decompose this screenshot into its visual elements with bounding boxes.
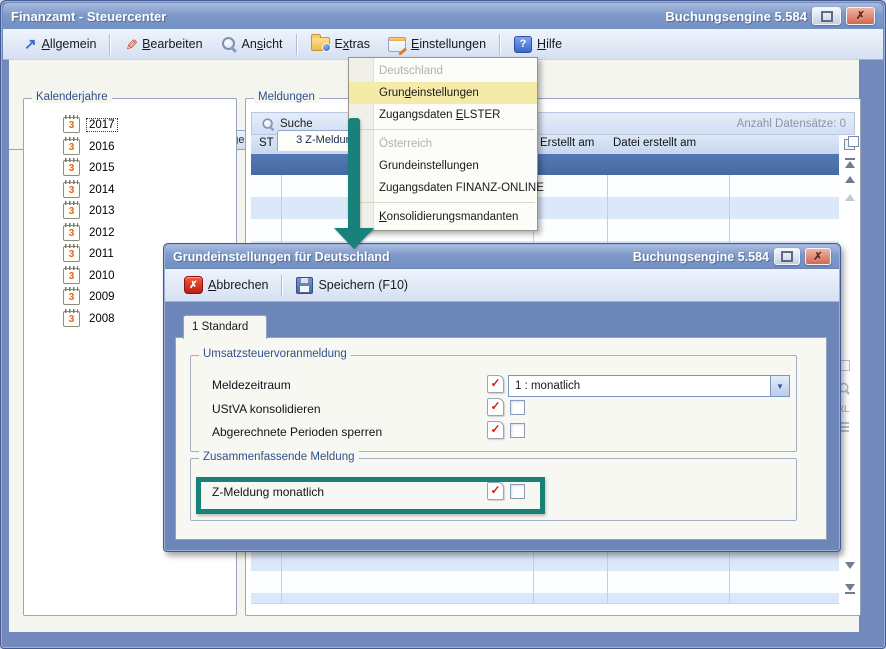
chevron-down-icon[interactable]: ▼: [770, 376, 789, 396]
year-item-2012[interactable]: 3 2012: [63, 223, 117, 243]
calendar-icon: 3: [63, 182, 80, 198]
copy-grid-icon[interactable]: [844, 136, 859, 150]
search-label: Suche: [280, 118, 313, 130]
selected-table-row[interactable]: [251, 154, 839, 175]
menu-bearbeiten[interactable]: ✎ Bearbeiten: [115, 32, 211, 56]
menu-item-grundeinstellungen-de[interactable]: Grundeinstellungen: [349, 82, 537, 104]
ustva-konsolidieren-label: UStVA konsolidieren: [212, 402, 321, 416]
meldezeitraum-select[interactable]: 1 : monatlich ▼: [508, 375, 790, 397]
year-item-2010[interactable]: 3 2010: [63, 266, 117, 286]
year-item-2017[interactable]: 3 2017: [63, 115, 117, 135]
restore-icon: [781, 251, 793, 262]
help-icon: ?: [514, 36, 532, 53]
dialog-tab-standard[interactable]: 1 Standard: [183, 315, 267, 339]
meldungen-label: Meldungen: [254, 91, 319, 103]
scroll-first-icon[interactable]: [845, 157, 855, 168]
calendar-icon: 3: [63, 311, 80, 327]
year-item-2015[interactable]: 3 2015: [63, 158, 117, 178]
dialog-restore-button[interactable]: [774, 248, 800, 265]
annotation-arrow-icon: [334, 228, 374, 249]
menu-item-zugangsdaten-finanz-online[interactable]: Zugangsdaten FINANZ-ONLINE: [349, 177, 537, 199]
save-floppy-icon: [296, 277, 313, 294]
scroll-up2-icon[interactable]: [845, 194, 855, 201]
col-erstellt-am[interactable]: Erstellt am: [540, 137, 594, 149]
calendar-icon: 3: [63, 117, 80, 133]
calendar-icon: 3: [63, 268, 80, 284]
menu-separator: [351, 129, 535, 130]
required-check-icon: ✓: [487, 375, 504, 393]
restore-button[interactable]: [812, 7, 841, 25]
abbrechen-button[interactable]: ✗ Abbrechen: [175, 273, 277, 297]
menu-item-konsolidierungsmandanten[interactable]: Konsolidierungsmandanten: [349, 206, 537, 228]
window-title: Finanzamt - Steuercenter: [11, 9, 166, 24]
speichern-button[interactable]: Speichern (F10): [287, 273, 417, 297]
meldezeitraum-label: Meldezeitraum: [212, 378, 291, 392]
dialog-close-button[interactable]: ✗: [805, 248, 831, 265]
menu-einstellungen[interactable]: Einstellungen: [379, 32, 495, 56]
magnifier-icon: [221, 36, 237, 52]
toolbar-separator: [499, 34, 501, 55]
menu-allgemein[interactable]: ↗ Allgemein: [15, 32, 105, 56]
col-st[interactable]: ST: [259, 137, 274, 149]
toolbar-separator: [109, 34, 111, 55]
year-item-2013[interactable]: 3 2013: [63, 201, 117, 221]
dialog-version-label: Buchungsengine 5.584: [633, 250, 769, 264]
dialog-title: Grundeinstellungen für Deutschland: [173, 250, 390, 264]
ustva-konsolidieren-checkbox[interactable]: [510, 400, 525, 415]
main-titlebar[interactable]: Finanzamt - Steuercenter Buchungsengine …: [3, 3, 883, 29]
year-item-2014[interactable]: 3 2014: [63, 180, 117, 200]
scroll-down-icon[interactable]: [845, 562, 855, 569]
annotation-arrow-shaft: [348, 118, 360, 228]
year-item-2011[interactable]: 3 2011: [63, 244, 116, 264]
perioden-sperren-checkbox[interactable]: [510, 423, 525, 438]
search-icon: [262, 117, 275, 130]
menu-extras[interactable]: Extras: [302, 32, 379, 56]
toolbar-separator: [296, 34, 298, 55]
kalenderjahre-label: Kalenderjahre: [32, 91, 112, 103]
menu-ansicht[interactable]: Ansicht: [212, 32, 292, 56]
records-count: Anzahl Datensätze: 0: [737, 118, 854, 130]
pencil-icon: ✎: [123, 38, 138, 51]
arrow-ne-icon: ↗: [24, 37, 37, 52]
main-toolbar: ↗ Allgemein ✎ Bearbeiten Ansicht Extras …: [3, 29, 883, 60]
calendar-icon: 3: [63, 139, 80, 155]
calendar-icon: 3: [63, 246, 80, 262]
calendar-icon: 3: [63, 225, 80, 241]
zm-group-label: Zusammenfassende Meldung: [199, 451, 359, 463]
restore-icon: [821, 11, 833, 22]
col-datei-erstellt-am[interactable]: Datei erstellt am: [613, 137, 696, 149]
scroll-up-icon[interactable]: [845, 176, 855, 183]
einstellungen-menu: Deutschland Grundeinstellungen Zugangsda…: [348, 57, 538, 231]
menu-header-oesterreich: Österreich: [349, 133, 537, 155]
folder-icon: [311, 37, 330, 51]
year-item-2009[interactable]: 3 2009: [63, 287, 117, 307]
ustva-group-label: Umsatzsteuervoranmeldung: [199, 348, 351, 360]
menu-header-deutschland: Deutschland: [349, 60, 537, 82]
dialog-toolbar: ✗ Abbrechen Speichern (F10): [165, 269, 839, 302]
year-item-2008[interactable]: 3 2008: [63, 309, 117, 329]
close-icon: ✗: [813, 252, 822, 262]
year-item-2016[interactable]: 3 2016: [63, 137, 117, 157]
version-label: Buchungsengine 5.584: [665, 9, 807, 24]
settings-icon: [388, 37, 406, 52]
cancel-x-icon: ✗: [184, 276, 203, 294]
highlight-box: [196, 477, 545, 514]
menu-hilfe[interactable]: ? Hilfe: [505, 32, 571, 56]
dialog-titlebar[interactable]: Grundeinstellungen für Deutschland Buchu…: [165, 245, 839, 268]
calendar-icon: 3: [63, 289, 80, 305]
menu-separator: [351, 202, 535, 203]
menu-item-grundeinstellungen-at[interactable]: Grundeinstellungen: [349, 155, 537, 177]
calendar-icon: 3: [63, 160, 80, 176]
toolbar-separator: [281, 275, 283, 296]
calendar-icon: 3: [63, 203, 80, 219]
close-icon: ✗: [856, 11, 865, 21]
required-check-icon: ✓: [487, 421, 504, 439]
screen: Finanzamt - Steuercenter Buchungsengine …: [0, 0, 886, 649]
close-button[interactable]: ✗: [846, 7, 875, 25]
required-check-icon: ✓: [487, 398, 504, 416]
menu-item-zugangsdaten-elster[interactable]: Zugangsdaten ELSTER: [349, 104, 537, 126]
scroll-last-icon[interactable]: [845, 584, 855, 595]
perioden-sperren-label: Abgerechnete Perioden sperren: [212, 425, 382, 439]
